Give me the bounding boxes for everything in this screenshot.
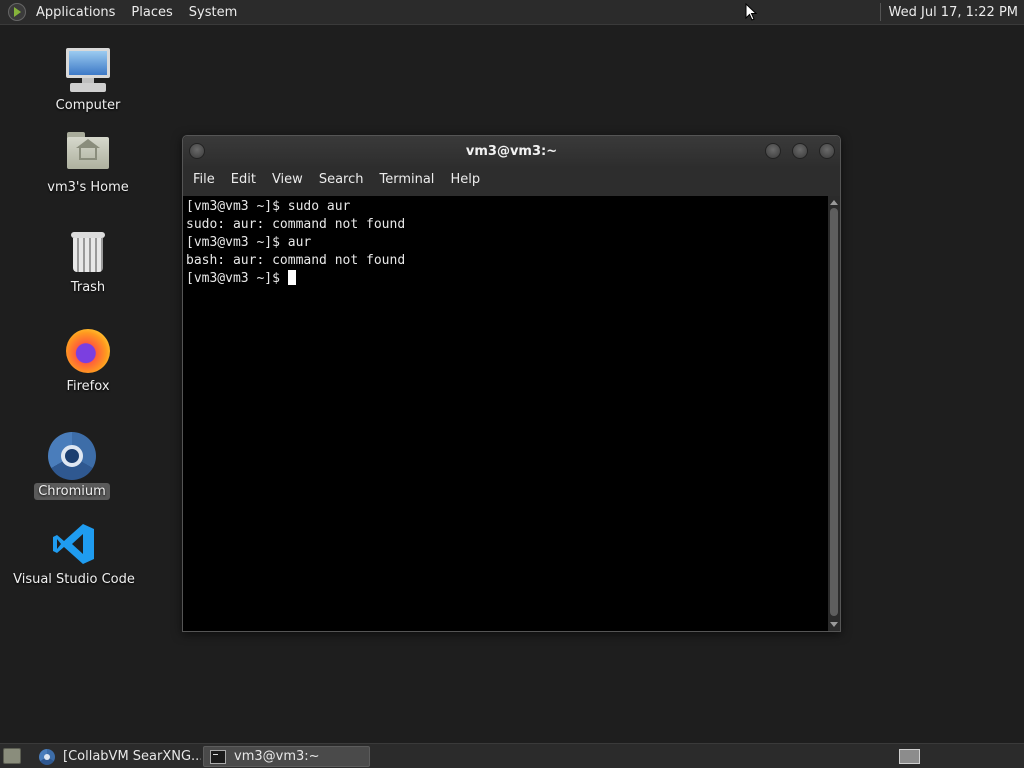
terminal-output[interactable]: [vm3@vm3 ~]$ sudo aur sudo: aur: command … xyxy=(183,196,828,631)
terminal-line: sudo: aur: command not found xyxy=(186,217,406,232)
text-cursor xyxy=(287,270,296,285)
menu-file[interactable]: File xyxy=(185,166,223,193)
taskbar-item-label: [CollabVM SearXNG... xyxy=(63,749,201,764)
vscode-icon xyxy=(50,520,98,568)
panel-menu: Applications Places System xyxy=(28,0,245,25)
terminal-icon xyxy=(210,749,226,764)
clock[interactable]: Wed Jul 17, 1:22 PM xyxy=(889,5,1018,20)
desktop-icon-trash[interactable]: Trash xyxy=(23,228,153,296)
window-menu-icon[interactable] xyxy=(189,143,205,159)
trash-icon xyxy=(64,228,112,276)
scroll-up-arrow-icon[interactable] xyxy=(830,200,838,205)
maximize-icon[interactable] xyxy=(792,143,808,159)
terminal-line: [vm3@vm3 ~]$ sudo aur xyxy=(186,199,351,214)
chromium-icon xyxy=(48,432,96,480)
desktop-icon-firefox[interactable]: Firefox xyxy=(23,327,153,395)
workspace-switcher[interactable] xyxy=(899,749,920,764)
menu-places[interactable]: Places xyxy=(123,0,180,25)
terminal-menubar: File Edit View Search Terminal Help xyxy=(183,166,840,193)
top-panel: Applications Places System Wed Jul 17, 1… xyxy=(0,0,1024,25)
mouse-pointer-icon xyxy=(745,3,757,21)
show-desktop-icon[interactable] xyxy=(3,748,21,764)
desktop-icon-chromium[interactable]: Chromium xyxy=(7,432,137,500)
window-titlebar[interactable]: vm3@vm3:~ xyxy=(183,136,840,166)
desktop-icon-label: Computer xyxy=(55,98,121,113)
desktop-icon-computer[interactable]: Computer xyxy=(23,46,153,114)
taskbar-item-label: vm3@vm3:~ xyxy=(234,749,320,764)
scrollbar-thumb[interactable] xyxy=(830,208,838,616)
terminal-prompt: [vm3@vm3 ~]$ xyxy=(186,271,288,286)
terminal-scrollbar[interactable] xyxy=(828,196,840,631)
menu-applications[interactable]: Applications xyxy=(28,0,123,25)
close-icon[interactable] xyxy=(819,143,835,159)
desktop-icon-vscode[interactable]: Visual Studio Code xyxy=(9,520,139,588)
terminal-window[interactable]: vm3@vm3:~ File Edit View Search Terminal… xyxy=(182,135,841,632)
computer-icon xyxy=(64,46,112,94)
menu-view[interactable]: View xyxy=(264,166,311,193)
scroll-down-arrow-icon[interactable] xyxy=(830,622,838,627)
desktop-icon-label: Chromium xyxy=(34,483,110,500)
bottom-panel: [CollabVM SearXNG... vm3@vm3:~ xyxy=(0,743,1024,768)
desktop-icon-label: Visual Studio Code xyxy=(13,572,135,587)
applications-logo-icon[interactable] xyxy=(8,3,26,21)
chromium-icon xyxy=(39,748,55,765)
menu-system[interactable]: System xyxy=(181,0,245,25)
window-title: vm3@vm3:~ xyxy=(465,143,558,159)
desktop-icon-label: vm3's Home xyxy=(47,180,129,195)
desktop-icon-label: Firefox xyxy=(66,379,110,394)
terminal-line: [vm3@vm3 ~]$ aur xyxy=(186,235,312,250)
menu-search[interactable]: Search xyxy=(311,166,372,193)
panel-separator xyxy=(879,3,881,21)
desktop-icon-label: Trash xyxy=(70,280,106,295)
menu-terminal[interactable]: Terminal xyxy=(371,166,442,193)
home-folder-icon xyxy=(64,128,112,176)
terminal-prompt-line: [vm3@vm3 ~]$ xyxy=(186,270,825,288)
taskbar-item-terminal[interactable]: vm3@vm3:~ xyxy=(203,746,370,767)
taskbar-item-browser[interactable]: [CollabVM SearXNG... xyxy=(33,746,201,767)
minimize-icon[interactable] xyxy=(765,143,781,159)
menu-help[interactable]: Help xyxy=(442,166,488,193)
firefox-icon xyxy=(64,327,112,375)
terminal-line: bash: aur: command not found xyxy=(186,253,406,268)
menu-edit[interactable]: Edit xyxy=(223,166,264,193)
desktop-icon-home[interactable]: vm3's Home xyxy=(23,128,153,196)
